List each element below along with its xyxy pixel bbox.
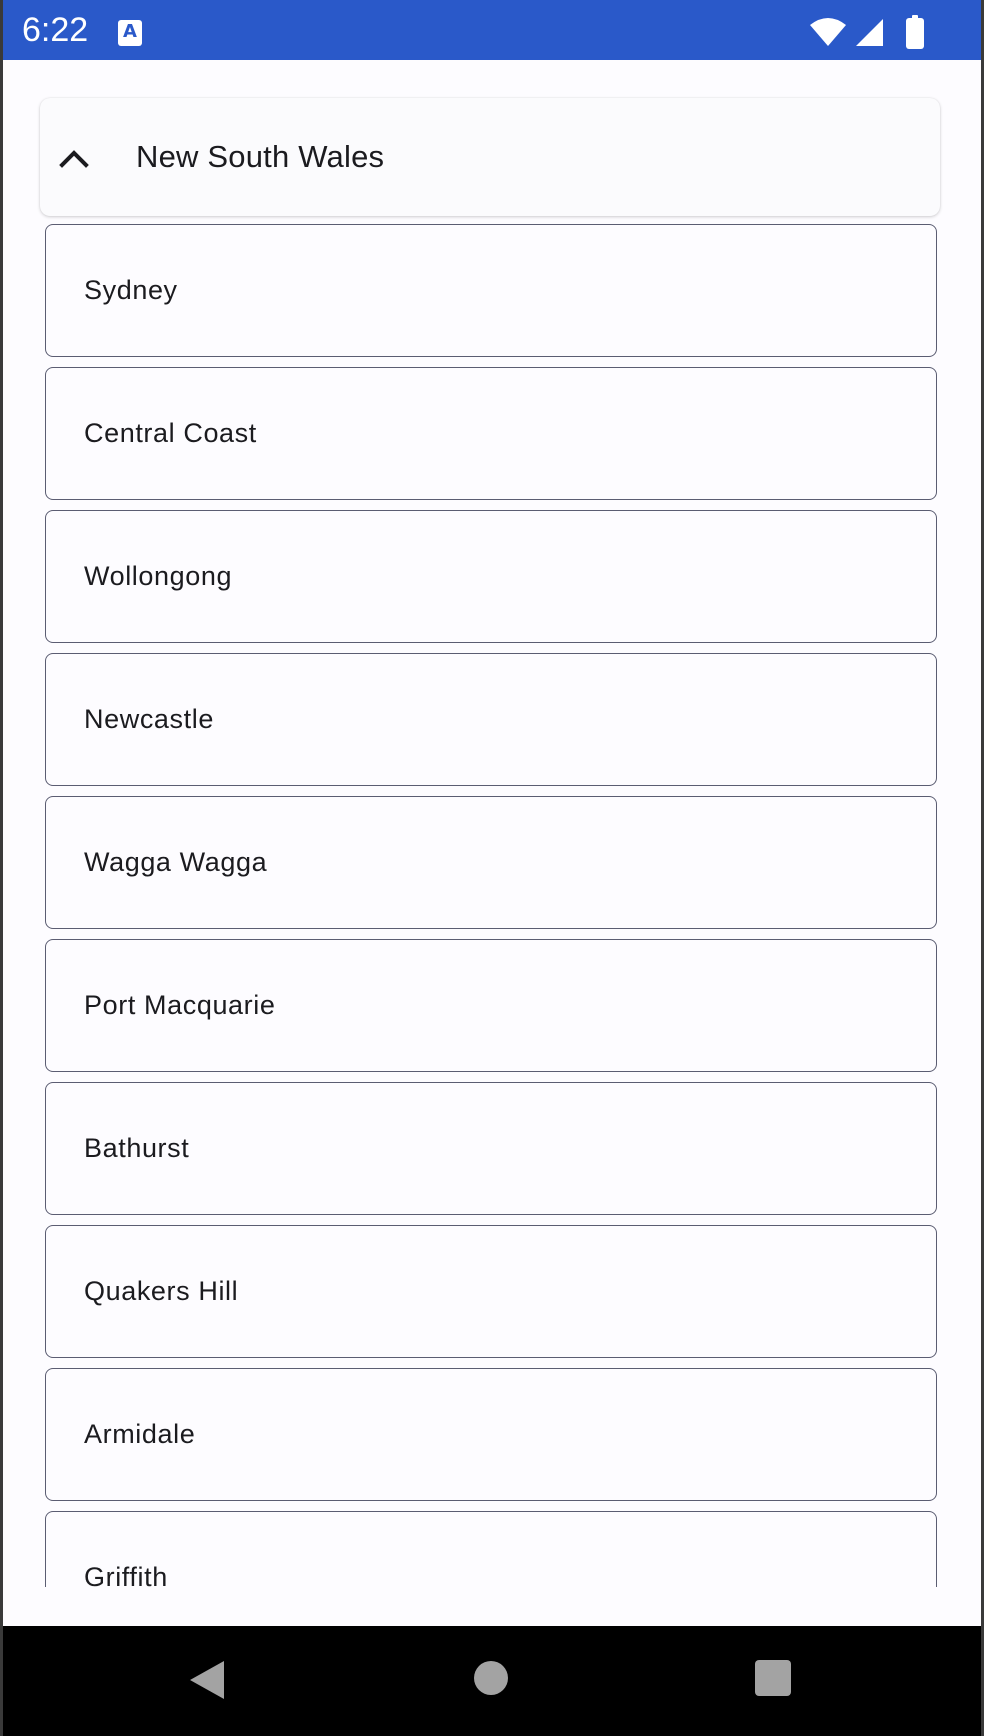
list-item[interactable]: Port Macquarie: [45, 939, 937, 1072]
list-item-label: Quakers Hill: [84, 1276, 239, 1306]
list-item-label: Griffith: [84, 1562, 168, 1587]
signal-icon: [854, 17, 884, 47]
list-item-label: Armidale: [84, 1419, 196, 1449]
app-notification-icon: A: [118, 20, 142, 46]
list-item[interactable]: Bathurst: [45, 1082, 937, 1215]
list-item-label: Central Coast: [84, 418, 257, 448]
status-icons: [810, 14, 924, 50]
list-item[interactable]: Wollongong: [45, 510, 937, 643]
chevron-up-icon[interactable]: [54, 138, 94, 178]
main-content: New South Wales Sydney Central Coast Wol…: [0, 60, 984, 1587]
navigation-bar: [0, 1626, 984, 1736]
status-time: 6:22: [22, 11, 89, 49]
status-bar: 6:22 A: [0, 0, 984, 60]
back-icon[interactable]: [186, 1659, 226, 1706]
wifi-icon: [810, 17, 846, 47]
accordion-header-new-south-wales[interactable]: New South Wales: [40, 98, 940, 216]
list-item-label: Wagga Wagga: [84, 847, 268, 877]
city-list: Sydney Central Coast Wollongong Newcastl…: [45, 224, 937, 1587]
accordion-title: New South Wales: [136, 139, 385, 174]
list-item-label: Port Macquarie: [84, 990, 276, 1020]
list-item-label: Newcastle: [84, 704, 214, 734]
list-item[interactable]: Armidale: [45, 1368, 937, 1501]
list-item[interactable]: Wagga Wagga: [45, 796, 937, 929]
home-icon[interactable]: [472, 1659, 510, 1702]
phone-screen: 6:22 A New South Wales Sydney Central Co…: [0, 0, 984, 1736]
battery-icon: [906, 15, 924, 49]
list-item[interactable]: Griffith: [45, 1511, 937, 1587]
list-item[interactable]: Sydney: [45, 224, 937, 357]
list-item-label: Bathurst: [84, 1133, 190, 1163]
device-edge-left: [0, 0, 3, 1736]
list-item-label: Sydney: [84, 275, 178, 305]
list-item-label: Wollongong: [84, 561, 233, 591]
list-item[interactable]: Newcastle: [45, 653, 937, 786]
list-item[interactable]: Quakers Hill: [45, 1225, 937, 1358]
list-item[interactable]: Central Coast: [45, 367, 937, 500]
recents-icon[interactable]: [754, 1659, 792, 1702]
